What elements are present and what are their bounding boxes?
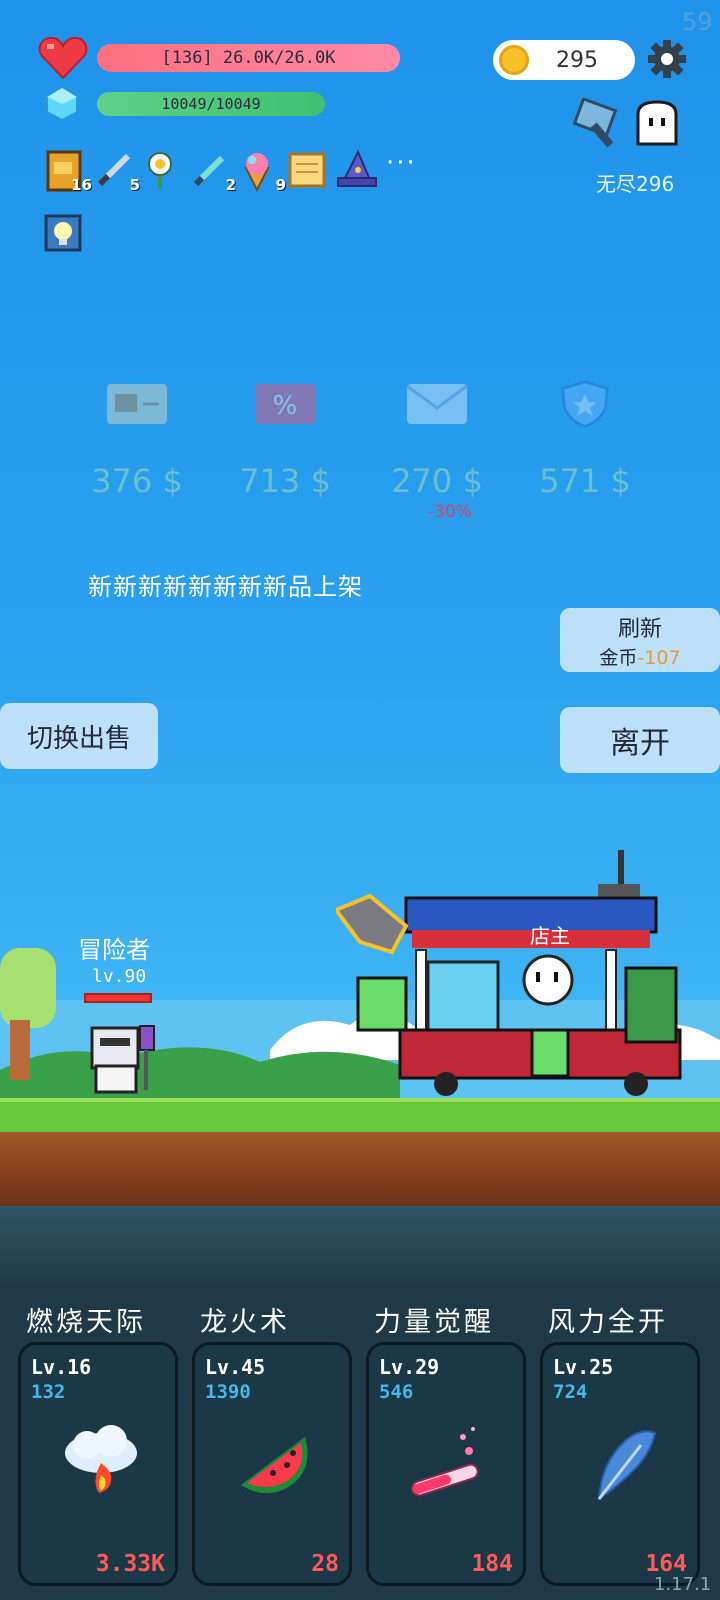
skill-power: 28	[311, 1551, 339, 1577]
skill-name: 力量觉醒	[374, 1307, 494, 1338]
skill-level: Lv.29	[379, 1355, 440, 1379]
item-count: 5	[129, 176, 140, 194]
diamond-icon	[46, 86, 78, 122]
adventurer-level: lv.90	[92, 966, 147, 987]
feather-icon	[597, 1430, 657, 1501]
briefcase-card-icon	[107, 384, 167, 424]
gold-amount: 295	[556, 47, 598, 73]
fire-cloud-icon	[65, 1425, 137, 1493]
scroll-icon	[288, 152, 326, 188]
adventurer-knight-sprite[interactable]	[84, 1022, 164, 1100]
restock-banner: 新新新新新新新新品上架	[88, 573, 363, 601]
grass-ground	[0, 1098, 720, 1132]
skill-value: 132	[31, 1381, 66, 1403]
inventory-knife[interactable]: 2	[190, 150, 236, 194]
refresh-button[interactable]: 刷新 金币-107	[560, 608, 720, 672]
skill-power: 184	[471, 1551, 513, 1577]
knife-icon	[193, 155, 225, 187]
item-price: 376 $	[91, 462, 183, 500]
discount-label: -30%	[428, 502, 472, 522]
endless-mode-label[interactable]: 无尽296	[596, 168, 674, 197]
coin-icon	[499, 45, 529, 75]
percent-card-icon: %	[255, 384, 315, 424]
inventory-scroll[interactable]	[286, 150, 326, 190]
shopkeeper-label: 店主	[530, 924, 570, 948]
inventory-sword[interactable]: 5	[94, 150, 140, 194]
skill-value: 1390	[205, 1381, 251, 1403]
skill-level: Lv.16	[31, 1355, 92, 1379]
skill-panel-gradient	[0, 1206, 720, 1286]
inventory-icecream[interactable]: 9	[240, 150, 286, 194]
skill-level: Lv.25	[553, 1355, 614, 1379]
skill-name: 龙火术	[200, 1307, 290, 1338]
skill-card-burning-sky[interactable]: Lv.16 132 3.33K	[18, 1342, 178, 1586]
item-count: 2	[225, 176, 236, 194]
fps-counter: 59	[682, 8, 713, 36]
skill-value: 724	[553, 1381, 588, 1403]
skill-card-full-wind[interactable]: Lv.25 724 164	[540, 1342, 700, 1586]
ghost-icon[interactable]	[632, 98, 682, 148]
inventory-wizard-hat[interactable]	[336, 149, 377, 190]
potion-tube-icon	[411, 1427, 479, 1497]
inventory-flower[interactable]	[142, 150, 182, 190]
shop-item[interactable]: 270 $	[362, 372, 512, 500]
item-price: 571 $	[539, 462, 631, 500]
refresh-cost: 金币-107	[599, 643, 680, 670]
heart-icon	[38, 36, 88, 80]
flower-icon	[148, 152, 172, 188]
shop-cart-sprite	[336, 850, 682, 1096]
refresh-cost-label: 金币	[599, 646, 638, 669]
svg-text:%: %	[273, 391, 298, 421]
shop-item[interactable]: 571 $	[510, 372, 660, 500]
more-items-button[interactable]: ···	[386, 148, 417, 178]
shop-item[interactable]: 376 $	[62, 372, 212, 500]
hp-bar: [136] 26.0K/26.0K	[97, 44, 400, 72]
watermelon-icon	[241, 1437, 308, 1494]
lightbulb-buff-icon[interactable]	[44, 214, 82, 252]
sword-icon	[97, 153, 131, 187]
skill-name: 燃烧天际	[26, 1307, 146, 1338]
refresh-label: 刷新	[617, 616, 662, 642]
wizard-hat-icon	[337, 149, 377, 187]
adventurer-hp-bar	[84, 993, 152, 1003]
inventory-book[interactable]: 16	[46, 150, 92, 194]
version-label: 1.17.1	[654, 1574, 712, 1595]
item-count: 16	[71, 176, 92, 194]
axe-icon[interactable]	[572, 98, 628, 150]
item-count: 9	[275, 176, 286, 194]
skill-power: 3.33K	[95, 1551, 165, 1577]
skill-card-dragon-fire[interactable]: Lv.45 1390 28	[192, 1342, 352, 1586]
shield-star-icon	[561, 380, 609, 428]
shop-item[interactable]: % 713 $	[210, 372, 360, 500]
envelope-icon	[406, 384, 468, 424]
icecream-icon	[244, 153, 270, 193]
dirt-ground	[0, 1132, 720, 1206]
gear-icon[interactable]	[646, 38, 688, 80]
item-price: 713 $	[239, 462, 331, 500]
leave-button[interactable]: 离开	[560, 707, 720, 773]
refresh-cost-value: -107	[637, 646, 681, 669]
switch-sell-button[interactable]: 切换出售	[0, 703, 158, 769]
skill-name: 风力全开	[548, 1307, 668, 1338]
skill-level: Lv.45	[205, 1355, 266, 1379]
mp-bar: 10049/10049	[97, 92, 325, 116]
skill-value: 546	[379, 1381, 414, 1403]
item-price: 270 $	[391, 462, 483, 500]
gold-counter: 295	[493, 40, 635, 80]
adventurer-label: 冒险者	[78, 936, 150, 964]
skill-card-power-awaken[interactable]: Lv.29 546 184	[366, 1342, 526, 1586]
